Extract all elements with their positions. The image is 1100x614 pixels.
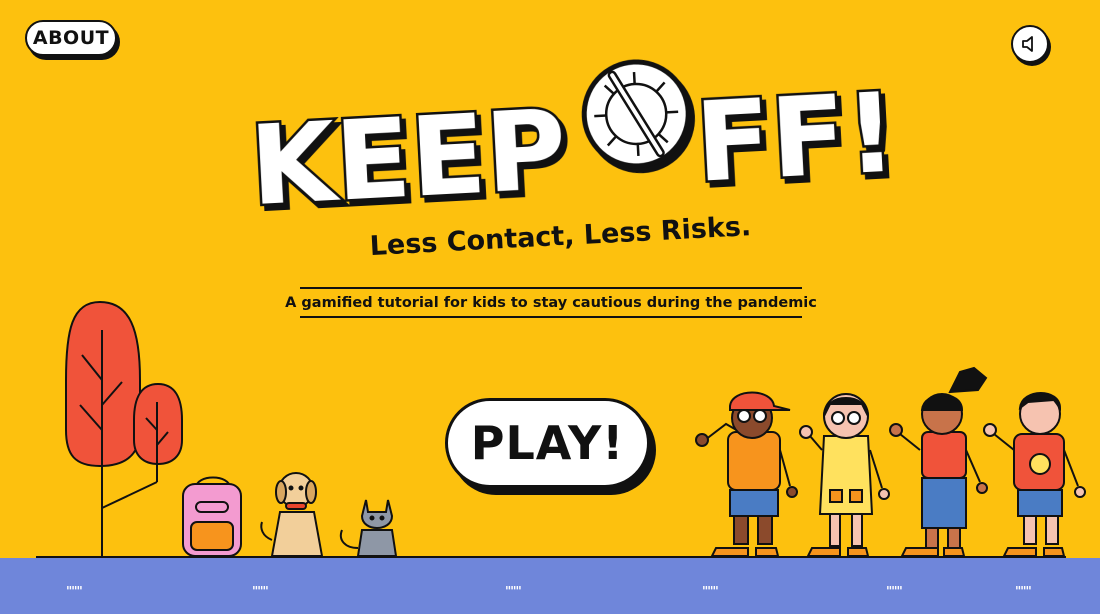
kid-character [799, 393, 890, 557]
tree-illustration [65, 300, 183, 556]
backpack-illustration [182, 476, 242, 557]
kid-character [983, 392, 1086, 557]
dog-illustration [260, 472, 324, 557]
kid-character [889, 366, 988, 557]
kid-character [695, 391, 798, 557]
cat-illustration [339, 499, 398, 557]
scene-illustration [65, 300, 1086, 557]
